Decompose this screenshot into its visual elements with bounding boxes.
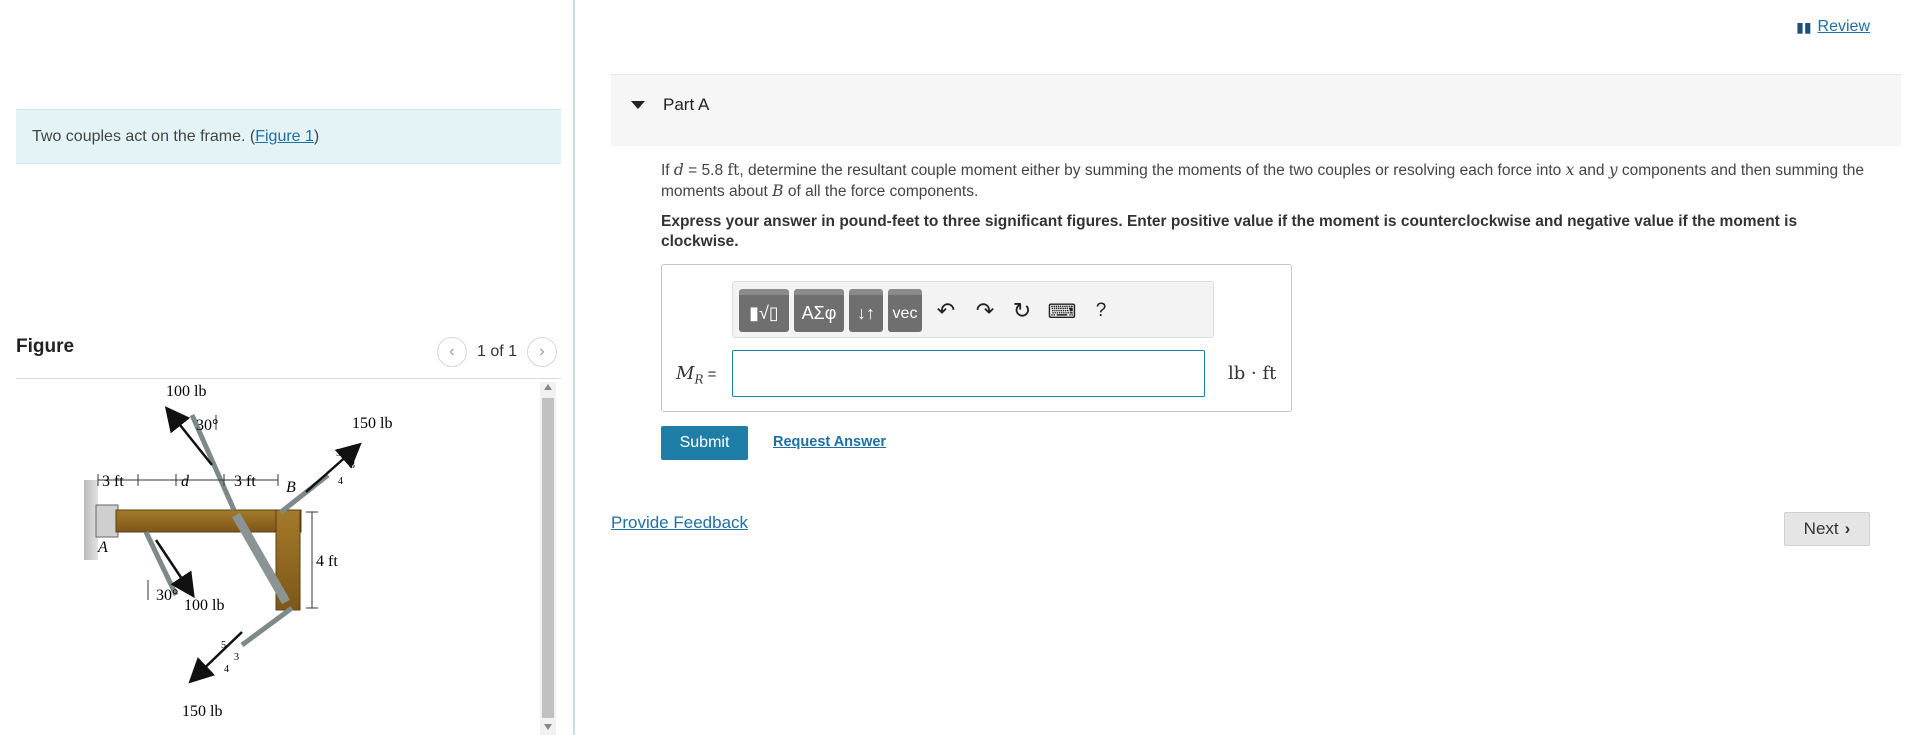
intro-suffix: ) — [313, 128, 320, 145]
var-d: d — [673, 161, 684, 179]
math-toolbar: ▮√▯ ΑΣφ ↓↑ vec ↶ ↷ ↻ ⌨ ? — [732, 281, 1214, 338]
review-link[interactable]: ▮▮ Review — [1796, 18, 1870, 36]
question-segment: and — [1574, 162, 1609, 179]
label-3ft-left: 3 ft — [102, 473, 124, 490]
redo-icon[interactable]: ↷ — [970, 296, 1000, 326]
arrows-button[interactable]: ↓↑ — [849, 289, 883, 332]
question-segment: , determine the resultant couple moment … — [739, 162, 1566, 179]
part-title: Part A — [663, 95, 710, 114]
answer-input[interactable] — [732, 350, 1205, 397]
label-150lb-bottom: 150 lb — [182, 703, 222, 720]
next-button[interactable]: Next › — [1784, 512, 1870, 546]
problem-intro: Two couples act on the frame. (Figure 1) — [16, 109, 561, 164]
question-text: If d = 5.8 ft, determine the resultant c… — [661, 160, 1871, 202]
figure-divider — [16, 378, 561, 379]
chevron-left-icon: ‹ — [449, 343, 455, 360]
answer-box: ▮√▯ ΑΣφ ↓↑ vec ↶ ↷ ↻ ⌨ ? MR = lb · ft — [661, 264, 1292, 412]
horizontal-beam — [115, 509, 302, 533]
unit-ft: ft — [727, 161, 740, 179]
label-100lb-top: 100 lb — [166, 383, 206, 400]
slope-3-top: 3 — [350, 460, 355, 471]
figure-pager: ‹ 1 of 1 › — [436, 337, 557, 367]
request-answer-link[interactable]: Request Answer — [773, 434, 886, 450]
prev-figure-button[interactable]: ‹ — [436, 337, 467, 367]
figure-scrollbar-thumb[interactable] — [542, 398, 554, 718]
templates-button[interactable]: ▮√▯ — [739, 289, 789, 332]
review-label: Review — [1817, 18, 1870, 35]
scroll-down-arrow-icon[interactable] — [544, 724, 552, 730]
book-icon: ▮▮ — [1796, 18, 1812, 35]
link-bottom-right — [240, 605, 294, 648]
answer-label-m: M — [676, 363, 695, 384]
slope-3-bottom: 3 — [234, 652, 239, 663]
left-pane: Two couples act on the frame. (Figure 1)… — [0, 0, 575, 735]
right-pane: ▮▮ Review Part A If d = 5.8 ft, determin… — [577, 0, 1916, 735]
frame-diagram: 100 lb 150 lb 100 lb 150 lb 30° 30° 3 ft… — [84, 383, 392, 720]
submit-button[interactable]: Submit — [661, 426, 748, 460]
greek-symbols-button[interactable]: ΑΣφ — [794, 289, 844, 332]
reset-icon[interactable]: ↻ — [1007, 296, 1037, 326]
chevron-right-icon: › — [539, 343, 545, 360]
answer-label: MR = — [676, 363, 716, 387]
question-segment: = 5.8 — [683, 162, 728, 179]
answer-instruction: Express your answer in pound-feet to thr… — [661, 213, 1798, 250]
slope-4-top: 4 — [338, 476, 343, 487]
var-y: y — [1608, 161, 1618, 179]
var-b: B — [772, 182, 784, 200]
next-label: Next — [1803, 519, 1839, 538]
figure-image: 100 lb 150 lb 100 lb 150 lb 30° 30° 3 ft… — [16, 380, 536, 735]
answer-units: lb · ft — [1228, 363, 1277, 384]
pager-text: 1 of 1 — [476, 343, 517, 360]
label-point-b: B — [286, 479, 296, 496]
intro-text: Two couples act on the frame. ( — [32, 128, 256, 145]
label-150lb-top: 150 lb — [352, 415, 392, 432]
next-figure-button[interactable]: › — [527, 337, 557, 367]
caret-down-icon — [631, 101, 645, 109]
help-icon[interactable]: ? — [1087, 296, 1115, 326]
keyboard-icon[interactable]: ⌨ — [1045, 296, 1079, 326]
label-point-a: A — [97, 539, 108, 556]
slope-5-bottom: 5 — [221, 640, 226, 651]
figure-title: Figure — [16, 336, 75, 357]
question-segment: If — [661, 162, 674, 179]
label-d: d — [181, 473, 190, 490]
label-100lb-bottom: 100 lb — [184, 597, 224, 614]
undo-icon[interactable]: ↶ — [931, 296, 961, 326]
provide-feedback-link[interactable]: Provide Feedback — [611, 513, 748, 533]
label-angle-bottom: 30° — [156, 587, 178, 604]
label-4ft: 4 ft — [316, 553, 338, 570]
vector-button[interactable]: vec — [888, 289, 922, 332]
answer-label-eq: = — [703, 366, 717, 383]
slope-5-top: 5 — [336, 448, 341, 459]
slope-4-bottom: 4 — [224, 664, 229, 675]
figure-link[interactable]: Figure 1 — [255, 128, 314, 145]
scroll-up-arrow-icon[interactable] — [544, 384, 552, 390]
label-angle-top: 30° — [196, 417, 218, 434]
pin-support-a — [95, 504, 119, 538]
chevron-right-icon: › — [1844, 519, 1851, 538]
part-a-header[interactable]: Part A — [611, 74, 1901, 146]
label-3ft-right: 3 ft — [234, 473, 256, 490]
question-segment: of all the force components. — [783, 183, 979, 200]
